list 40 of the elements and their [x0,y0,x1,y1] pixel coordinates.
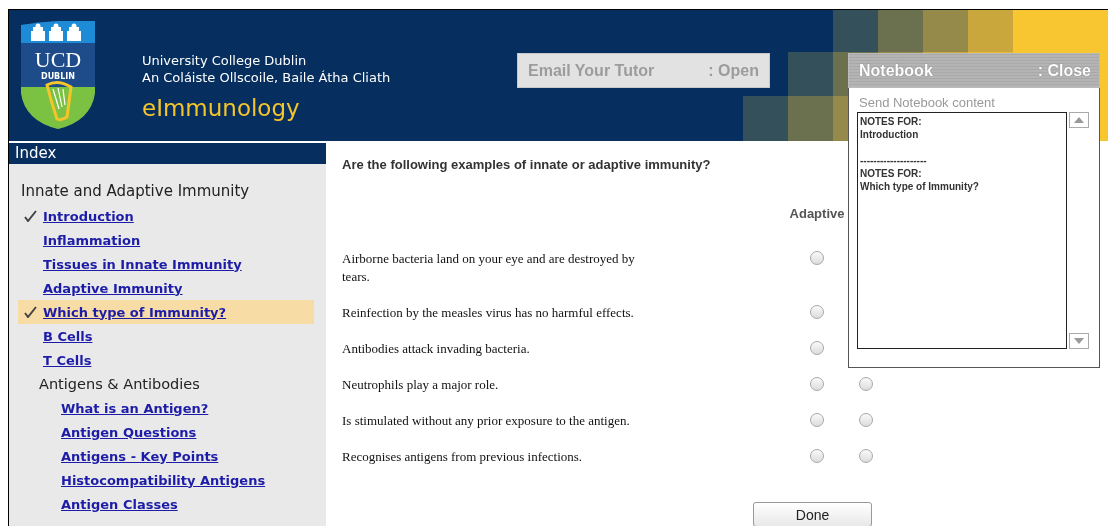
index-link[interactable]: What is an Antigen? [61,400,209,416]
institution-name: University College Dublin [142,52,308,69]
index-link[interactable]: Histocompatibility Antigens [61,472,266,488]
section-heading: Antigens & Antibodies [38,375,201,394]
index-link[interactable]: Antigen Classes [61,496,178,512]
scroll-up-icon[interactable] [1069,112,1089,128]
index-link[interactable]: Adaptive Immunity [43,280,183,296]
statement-text: Reinfection by the measles virus has no harmful effects. [342,304,635,322]
statement-text: Recognises antigens from previous infections. [342,448,584,466]
scroll-down-icon[interactable] [1069,333,1089,349]
radio-button[interactable] [810,413,824,427]
radio-button[interactable] [810,251,824,265]
university-logo: UCD DUBLIN [21,21,95,129]
index-title: Index [9,143,326,164]
institution-name: An Coláiste Ollscoile, Baile Átha Cliath [142,69,392,86]
index-link[interactable]: T Cells [43,352,92,368]
section-heading: Innate and Adaptive Immunity [20,181,251,201]
radio-button[interactable] [859,413,873,427]
index-link[interactable]: Introduction [43,208,134,224]
index-link[interactable]: Which type of Immunity? [43,304,227,320]
radio-button[interactable] [859,449,873,463]
notes-field[interactable]: NOTES FOR: Introduction -------------------- NOTES FOR: Which type of Immunity? [857,112,1067,349]
statement-text: Neutrophils play a major role. [342,376,500,394]
index-link[interactable]: Antigens - Key Points [61,448,219,464]
done-button[interactable]: Done [753,502,872,526]
course-title: eImmunology [142,95,301,121]
radio-button[interactable] [810,341,824,355]
index-link[interactable]: Antigen Questions [61,424,197,440]
radio-button[interactable] [810,449,824,463]
statement-text: Antibodies attack invading bacteria. [342,340,531,358]
index-link[interactable]: Inflammation [43,232,141,248]
question-text: Are the following examples of innate or adaptive immunity? [342,157,711,172]
radio-button[interactable] [810,305,824,319]
radio-button[interactable] [810,377,824,391]
column-heading: Adaptive [788,206,846,223]
radio-button[interactable] [859,377,873,391]
index-link[interactable]: Tissues in Innate Immunity [43,256,242,272]
index-link[interactable]: B Cells [43,328,93,344]
statement-text: Airborne bacteria land on your eye and are destroyed by tears. [342,250,636,286]
statement-text: Is stimulated without any prior exposure to the antigen. [342,412,631,430]
